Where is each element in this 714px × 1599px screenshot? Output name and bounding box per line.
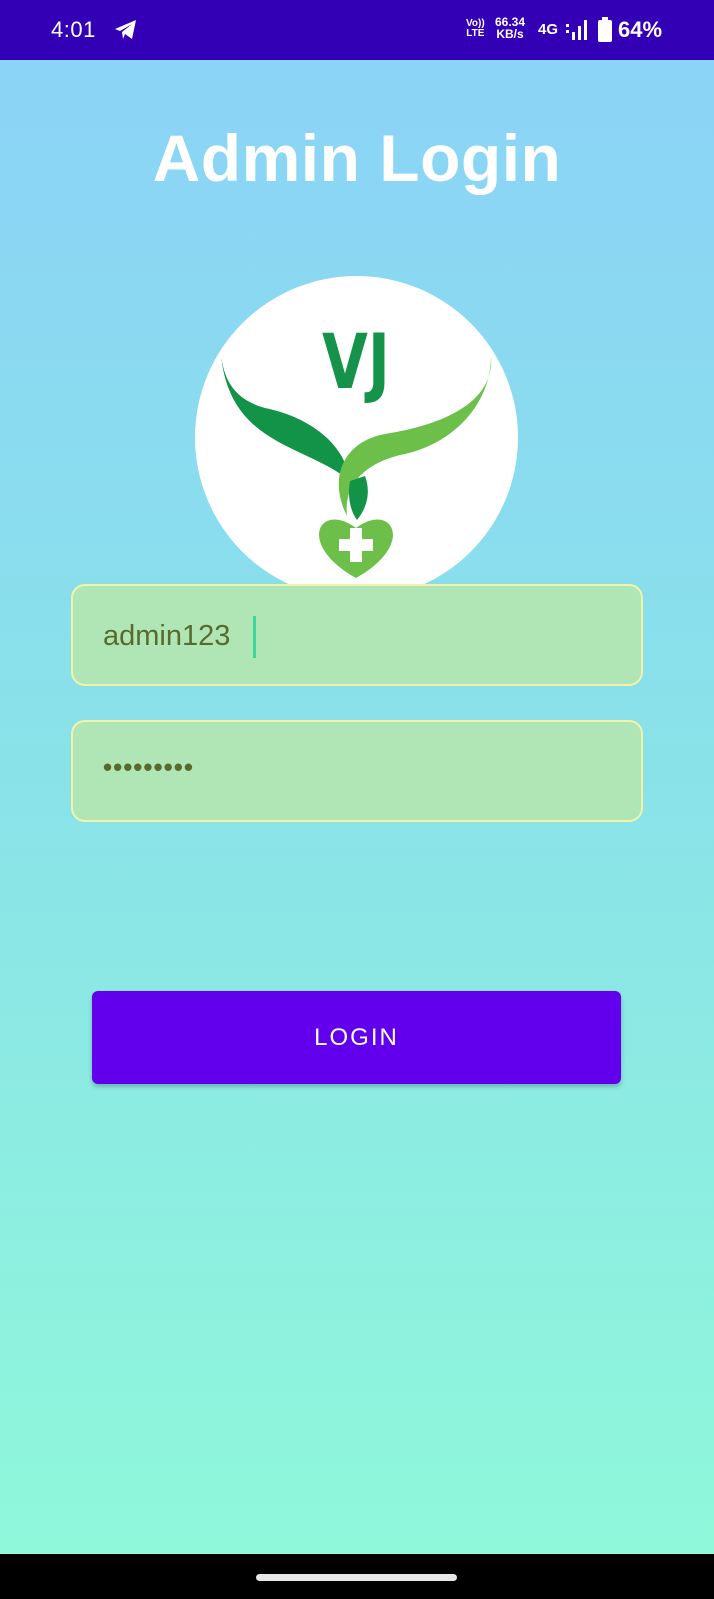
status-time: 4:01 [51,17,96,42]
username-field[interactable]: admin123 [71,584,643,686]
battery-level: 64% [618,17,663,42]
page-title: Admin Login [152,121,562,195]
signal-icon [566,20,587,40]
vj-heart-logo-icon: VJ [221,319,492,578]
login-button[interactable]: LOGIN [92,991,621,1084]
volte-indicator: Vo)) LTE [466,18,485,39]
password-input[interactable]: ••••••••• [103,752,194,783]
status-bar: 4:01 Vo)) LTE 66.34 KB/s 4G 64% [0,0,714,60]
text-cursor [253,616,256,658]
logo-text: VJ [322,319,390,407]
password-field[interactable]: ••••••••• [71,720,643,822]
telegram-icon [115,20,136,39]
battery-icon [598,17,612,42]
username-input[interactable]: admin123 [103,620,230,653]
app-logo: VJ [195,276,518,599]
navigation-bar [0,1554,714,1599]
network-speed: 66.34 KB/s [495,15,526,41]
network-type: 4G [538,21,559,38]
home-gesture-handle[interactable] [256,1574,457,1581]
